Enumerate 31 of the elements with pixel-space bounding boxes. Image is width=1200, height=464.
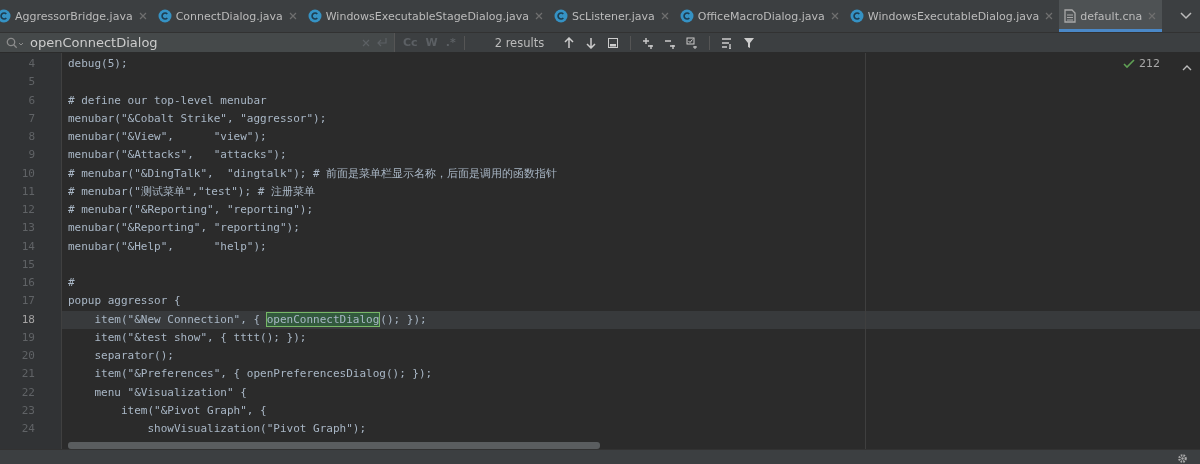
file-tab[interactable]: default.cna <box>1059 0 1163 32</box>
file-tab[interactable]: OfficeMacroDialog.java <box>674 0 845 32</box>
inspection-count[interactable]: 212 <box>1139 57 1160 70</box>
file-tab[interactable]: ScListener.java <box>548 0 675 32</box>
code-line: item("&Preferences", { openPreferencesDialog(); }); <box>93 367 433 381</box>
code-line: menu "&Visualization" { <box>93 385 247 399</box>
code-line: separator(); <box>93 349 174 362</box>
search-field[interactable]: openConnectDialog <box>0 33 395 52</box>
code-line: showVisualization("Pivot Graph"); <box>146 422 366 435</box>
file-tab[interactable]: WindowsExecutableDialog.java <box>844 0 1060 32</box>
code-line: menubar("&Cobalt Strike", "aggressor"); <box>68 111 327 125</box>
code-line: # <box>68 276 75 289</box>
code-line: popup aggressor { <box>68 294 181 308</box>
search-input[interactable]: openConnectDialog <box>30 35 356 50</box>
code-line: menubar("&Help", "help"); <box>68 239 267 253</box>
code-line: item("&Pivot Graph", { <box>119 403 267 417</box>
line-number: 18 <box>20 311 35 328</box>
file-tab[interactable]: ConnectDialog.java <box>152 0 303 32</box>
code-line: menubar("&Reporting", "reporting"); <box>68 221 300 235</box>
code-line: menubar("&View", "view"); <box>68 130 267 143</box>
file-tab[interactable]: AggressorBridge.java <box>0 0 153 32</box>
code-line: item("&New Connection", { openConnectDialog(); }); <box>93 312 427 326</box>
file-tab[interactable]: WindowsExecutableStageDialog.java <box>302 0 549 32</box>
code-line: menubar("&Attacks", "attacks"); <box>68 148 287 162</box>
code-line: debug(5); <box>68 57 128 70</box>
code-line: # menubar("&DingTalk", "dingtalk"); # 前面是菜单栏显示名称，后面是调用的函数指针 <box>68 166 558 180</box>
code-line: # menubar("&Reporting", "reporting"); <box>68 203 314 216</box>
code-line: # define our top-level menubar <box>68 93 267 107</box>
code-line: item("&test show", { tttt(); }); <box>93 330 307 344</box>
result-count: 2 results <box>494 35 545 50</box>
code-line: # menubar("测试菜单","test"); # 注册菜单 <box>68 184 315 198</box>
